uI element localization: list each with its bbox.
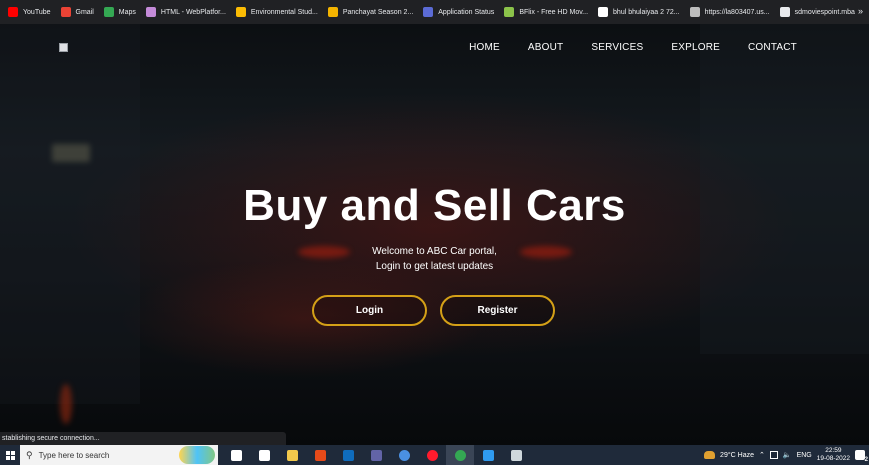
bflix-icon bbox=[504, 7, 515, 17]
nav-explore[interactable]: EXPLORE bbox=[671, 42, 720, 53]
webplatform-icon bbox=[145, 7, 156, 17]
nav-contact[interactable]: CONTACT bbox=[748, 42, 797, 53]
hero-subtitle-line1: Welcome to ABC Car portal, bbox=[372, 246, 497, 257]
system-tray: 29°C Haze ⌃ 🔈 ENG 22:59 19-08-2022 2 bbox=[704, 445, 869, 465]
bookmark-item[interactable]: Maps bbox=[99, 0, 141, 24]
hero-title: Buy and Sell Cars bbox=[243, 181, 626, 230]
bookmark-label: Environmental Stud... bbox=[250, 8, 318, 16]
bookmarks-bar: YouTube Gmail Maps HTML - WebPlatfor... Envi… bbox=[0, 0, 869, 24]
teams-icon bbox=[370, 449, 382, 461]
taskbar-search[interactable]: ⚲ Type here to search bbox=[20, 445, 218, 465]
language-indicator[interactable]: ENG bbox=[797, 452, 812, 459]
taskbar-app[interactable] bbox=[306, 445, 334, 465]
bookmark-item[interactable]: sdmoviespoint.mba bbox=[775, 0, 860, 24]
page-icon bbox=[689, 7, 700, 17]
hero-subtitle: Welcome to ABC Car portal, Login to get … bbox=[0, 244, 869, 274]
taskbar-app[interactable] bbox=[250, 445, 278, 465]
clock-time: 22:59 bbox=[825, 447, 842, 454]
bookmark-label: bhul bhulaiyaa 2 72... bbox=[613, 8, 680, 16]
chrome-icon bbox=[454, 449, 466, 461]
bookmark-label: Maps bbox=[118, 8, 136, 16]
taskbar-app[interactable] bbox=[474, 445, 502, 465]
status-bar: stablishing secure connection... bbox=[0, 432, 286, 445]
opera-icon bbox=[426, 449, 438, 461]
bookmark-item[interactable]: YouTube bbox=[3, 0, 56, 24]
windows-icon bbox=[5, 450, 15, 460]
road-reflection bbox=[60, 384, 72, 424]
bookmark-item[interactable]: bhul bhulaiyaa 2 72... bbox=[593, 0, 685, 24]
vscode-icon bbox=[482, 449, 494, 461]
bookmark-item[interactable]: Gmail bbox=[56, 0, 99, 24]
speaker-icon[interactable]: 🔈 bbox=[783, 451, 792, 459]
search-icon: ⚲ bbox=[26, 449, 33, 460]
bookmark-item[interactable]: Environmental Stud... bbox=[231, 0, 323, 24]
login-button[interactable]: Login bbox=[312, 295, 427, 326]
bookmark-label: Application Status bbox=[438, 8, 495, 16]
google-icon bbox=[598, 7, 609, 17]
app-icon bbox=[510, 449, 522, 461]
bookmark-label: https://la803407.us... bbox=[704, 8, 770, 16]
file-explorer-icon bbox=[286, 449, 298, 461]
clock[interactable]: 22:59 19-08-2022 bbox=[817, 447, 850, 463]
gmail-icon bbox=[60, 7, 71, 17]
drive-icon bbox=[235, 7, 246, 17]
taskbar-app[interactable] bbox=[446, 445, 474, 465]
bookmark-item[interactable]: https://la803407.us... bbox=[685, 0, 775, 24]
globe-icon bbox=[779, 7, 790, 17]
office-icon bbox=[314, 449, 326, 461]
taskbar: ⚲ Type here to search 29°C Haze ⌃ 🔈 ENG … bbox=[0, 445, 869, 465]
bookmark-label: BFlix - Free HD Mov... bbox=[519, 8, 589, 16]
taskbar-app[interactable] bbox=[334, 445, 362, 465]
weather-icon bbox=[704, 451, 716, 459]
background-light bbox=[52, 144, 90, 162]
network-icon[interactable] bbox=[769, 451, 778, 459]
bookmark-label: sdmoviespoint.mba bbox=[794, 8, 855, 16]
widgets-icon bbox=[258, 449, 270, 461]
taskbar-app[interactable] bbox=[418, 445, 446, 465]
start-button[interactable] bbox=[0, 445, 20, 465]
taskbar-app[interactable] bbox=[390, 445, 418, 465]
taskbar-apps bbox=[222, 445, 530, 465]
chevron-up-icon[interactable]: ⌃ bbox=[759, 451, 765, 459]
site-logo[interactable] bbox=[59, 43, 68, 52]
task-view-icon bbox=[230, 449, 242, 461]
bookmark-label: Panchayat Season 2... bbox=[342, 8, 414, 16]
weather-text[interactable]: 29°C Haze bbox=[720, 452, 754, 459]
nav-about[interactable]: ABOUT bbox=[528, 42, 563, 53]
notification-icon[interactable]: 2 bbox=[855, 450, 868, 463]
search-placeholder: Type here to search bbox=[38, 450, 110, 460]
taskbar-app[interactable] bbox=[278, 445, 306, 465]
bookmark-label: YouTube bbox=[23, 8, 51, 16]
hero-section: HOME ABOUT SERVICES EXPLORE CONTACT Buy … bbox=[0, 24, 869, 445]
status-icon bbox=[423, 7, 434, 17]
bookmark-item[interactable]: Application Status bbox=[418, 0, 499, 24]
settings-app-icon bbox=[398, 449, 410, 461]
site-icon bbox=[327, 7, 338, 17]
clock-date: 19-08-2022 bbox=[816, 455, 850, 462]
bookmark-label: Gmail bbox=[75, 8, 94, 16]
bookmark-label: HTML - WebPlatfor... bbox=[160, 8, 226, 16]
register-button[interactable]: Register bbox=[440, 295, 555, 326]
search-highlight-icon bbox=[179, 446, 215, 464]
notification-count: 2 bbox=[864, 457, 868, 463]
nav-home[interactable]: HOME bbox=[469, 42, 500, 53]
outlook-icon bbox=[342, 449, 354, 461]
bookmarks-overflow-button[interactable]: » bbox=[858, 6, 863, 16]
taskbar-app[interactable] bbox=[502, 445, 530, 465]
bookmark-item[interactable]: Panchayat Season 2... bbox=[323, 0, 418, 24]
hero-subtitle-line2: Login to get latest updates bbox=[375, 261, 494, 272]
bookmark-item[interactable]: HTML - WebPlatfor... bbox=[141, 0, 231, 24]
nav-services[interactable]: SERVICES bbox=[591, 42, 643, 53]
bookmark-item[interactable]: BFlix - Free HD Mov... bbox=[499, 0, 593, 24]
taskbar-app[interactable] bbox=[222, 445, 250, 465]
youtube-icon bbox=[8, 7, 18, 17]
main-nav: HOME ABOUT SERVICES EXPLORE CONTACT bbox=[469, 42, 797, 53]
taskbar-app[interactable] bbox=[362, 445, 390, 465]
maps-icon bbox=[103, 7, 114, 17]
